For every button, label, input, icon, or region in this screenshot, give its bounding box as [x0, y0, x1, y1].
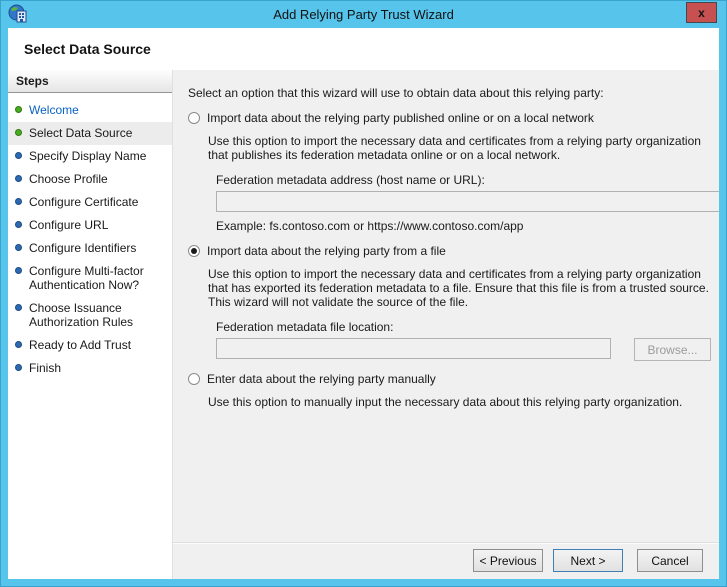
- step-choose-issuance-rules: Choose Issuance Authorization Rules: [8, 297, 172, 334]
- step-todo-icon: [15, 364, 22, 371]
- step-finish: Finish: [8, 357, 172, 380]
- option-import-online-description: Use this option to import the necessary …: [208, 134, 701, 162]
- window-title: Add Relying Party Trust Wizard: [273, 7, 454, 22]
- option-import-file[interactable]: Import data about the relying party from…: [188, 244, 711, 258]
- content-pane: Select an option that this wizard will u…: [173, 70, 719, 579]
- metadata-address-label: Federation metadata address (host name o…: [216, 173, 485, 187]
- browse-button[interactable]: Browse...: [634, 338, 711, 361]
- step-configure-url: Configure URL: [8, 214, 172, 237]
- intro-text: Select an option that this wizard will u…: [188, 86, 604, 100]
- radio-import-online[interactable]: [188, 112, 200, 124]
- step-todo-icon: [15, 244, 22, 251]
- metadata-address-group: Federation metadata address (host name o…: [216, 173, 719, 233]
- metadata-file-input[interactable]: [216, 338, 611, 359]
- close-icon: x: [698, 5, 705, 20]
- option-enter-manually-description: Use this option to manually input the ne…: [208, 395, 683, 409]
- step-todo-icon: [15, 221, 22, 228]
- page-title: Select Data Source: [8, 28, 719, 70]
- step-specify-display-name: Specify Display Name: [8, 145, 172, 168]
- step-todo-icon: [15, 175, 22, 182]
- metadata-address-input[interactable]: [216, 191, 719, 212]
- step-choose-profile: Choose Profile: [8, 168, 172, 191]
- step-todo-icon: [15, 198, 22, 205]
- step-select-data-source: Select Data Source: [8, 122, 172, 145]
- option-import-file-description: Use this option to import the necessary …: [208, 267, 709, 309]
- radio-import-file[interactable]: [188, 245, 200, 257]
- step-todo-icon: [15, 304, 22, 311]
- metadata-file-label: Federation metadata file location:: [216, 320, 394, 334]
- dialog-frame: Select Data Source Steps Welcome Select …: [8, 28, 719, 579]
- metadata-file-row: Browse...: [216, 338, 711, 361]
- metadata-file-group: Federation metadata file location: Brows…: [216, 320, 711, 361]
- step-done-icon: [15, 129, 22, 136]
- option-import-online[interactable]: Import data about the relying party publ…: [188, 111, 711, 125]
- step-done-icon: [15, 106, 22, 113]
- step-todo-icon: [15, 341, 22, 348]
- step-todo-icon: [15, 267, 22, 274]
- step-configure-identifiers: Configure Identifiers: [8, 237, 172, 260]
- step-configure-certificate: Configure Certificate: [8, 191, 172, 214]
- steps-sidebar: Steps Welcome Select Data Source Specify…: [8, 70, 173, 579]
- step-ready-to-add-trust: Ready to Add Trust: [8, 334, 172, 357]
- step-welcome[interactable]: Welcome: [8, 99, 172, 122]
- titlebar: Add Relying Party Trust Wizard x: [1, 1, 726, 28]
- steps-list: Welcome Select Data Source Specify Displ…: [8, 93, 172, 380]
- steps-header: Steps: [8, 70, 172, 93]
- button-bar: < Previous Next > Cancel: [173, 542, 719, 579]
- next-button[interactable]: Next >: [553, 549, 623, 572]
- wizard-window: Add Relying Party Trust Wizard x Select …: [0, 0, 727, 587]
- radio-enter-manually[interactable]: [188, 373, 200, 385]
- close-button[interactable]: x: [686, 2, 717, 23]
- cancel-button[interactable]: Cancel: [637, 549, 703, 572]
- step-configure-mfa: Configure Multi-factor Authentication No…: [8, 260, 172, 297]
- option-enter-manually[interactable]: Enter data about the relying party manua…: [188, 372, 711, 386]
- content-main: Select an option that this wizard will u…: [173, 70, 719, 542]
- previous-button[interactable]: < Previous: [473, 549, 543, 572]
- step-todo-icon: [15, 152, 22, 159]
- dialog-body: Steps Welcome Select Data Source Specify…: [8, 70, 719, 579]
- metadata-address-example: Example: fs.contoso.com or https://www.c…: [216, 219, 524, 233]
